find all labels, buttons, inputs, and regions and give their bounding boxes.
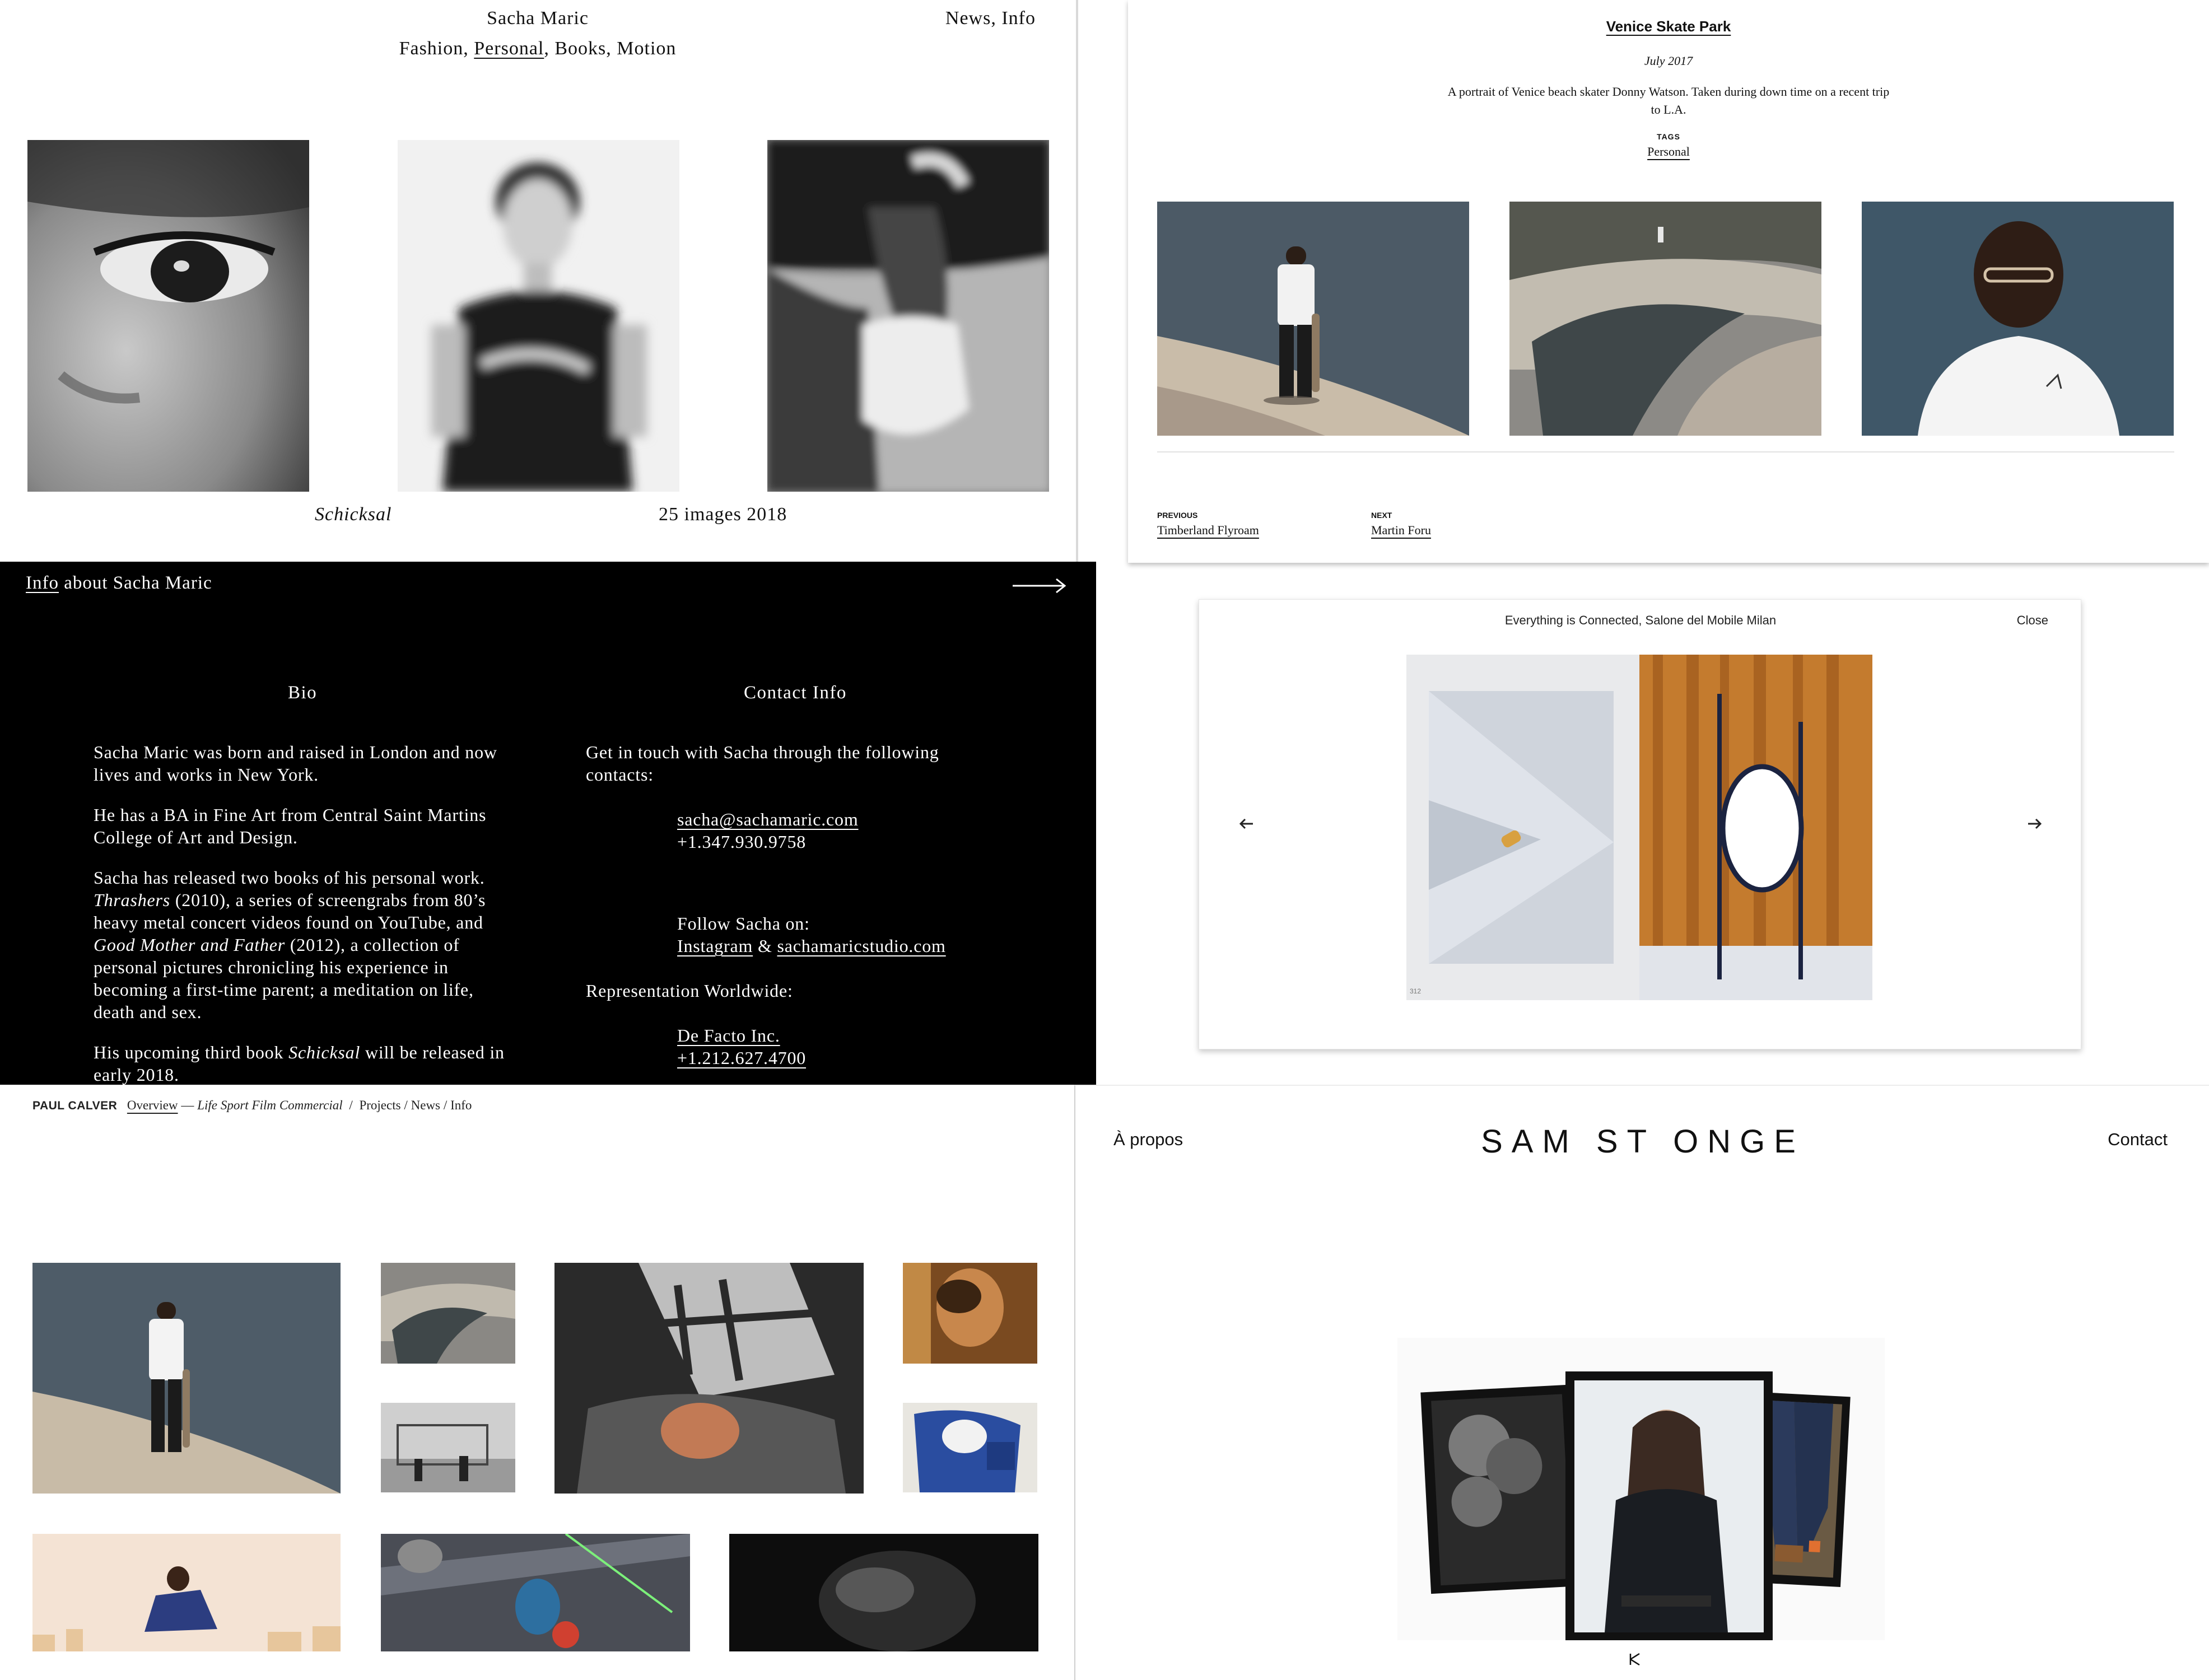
venice-project-panel: Venice Skate Park July 2017 A portrait o… [1128,0,2209,563]
sacha-gallery-panel: Sacha Maric Fashion, Personal, Books, Mo… [0,0,1078,562]
lightbox-modal: Everything is Connected, Salone del Mobi… [1199,599,2081,1049]
filter-film[interactable]: Film [252,1098,276,1112]
info-panel: Info about Sacha Maric Bio Sacha Maric w… [0,562,1096,1085]
grid-photo-bath-light[interactable] [554,1263,864,1494]
book-spread-image[interactable]: 312 [1406,655,1872,1000]
agency-phone-link[interactable]: +1.212.627.4700 [677,1048,806,1068]
site-logo[interactable]: SAM ST ONGE [1075,1123,2209,1160]
photo-skate-bowl[interactable] [1509,202,1821,436]
social-links: Follow Sacha on: Instagram & sachamarics… [677,912,946,957]
nav-fashion[interactable]: Fashion [399,38,464,59]
photo-skater-portrait[interactable] [1862,202,2174,436]
contact-heading: Contact Info [744,683,847,703]
nav-contact[interactable]: Contact [2108,1130,2168,1150]
nav-info[interactable]: Info [1001,8,1036,29]
arrow-right-icon[interactable] [2024,813,2046,835]
nav-news[interactable]: News [945,8,991,29]
photo-blurred-portrait[interactable] [398,140,679,492]
next-project-link[interactable]: Martin Foru [1371,523,1431,538]
site-name[interactable]: Sacha Maric [0,8,1075,29]
nav-info[interactable]: Info [450,1098,472,1112]
nav-motion[interactable]: Motion [617,38,676,59]
photo-sneaker-blur[interactable] [767,140,1049,492]
grid-photo-dark-portrait[interactable] [729,1534,1038,1651]
project-title[interactable]: Venice Skate Park [1128,18,2209,35]
photo-skater-standing[interactable] [1157,202,1469,436]
bio-paragraph: Sacha has released two books of his pers… [94,866,508,1023]
grid-photo-runner[interactable] [32,1534,341,1651]
dash: — [181,1098,194,1112]
grid-photo-street-bw[interactable] [381,1403,515,1492]
bio-paragraph: Sacha Maric was born and raised in Londo… [94,742,497,785]
main-nav: Fashion, Personal, Books, Motion [399,38,677,59]
previous-project-link[interactable]: Timberland Flyroam [1157,523,1259,538]
contact-intro: Get in touch with Sacha through the foll… [586,742,939,785]
filter-sport[interactable]: Sport [221,1098,249,1112]
book-title: Good Mother and Father [94,935,286,955]
ampersand: & [757,936,772,956]
studio-site-link[interactable]: sachamaricstudio.com [777,936,945,956]
bio-text: His upcoming third book [94,1042,284,1062]
representation-label: Representation Worldwide: [586,981,793,1001]
agency-details: De Facto Inc. +1.212.627.4700 [677,1024,806,1069]
book-title: Schicksal [288,1042,361,1062]
follow-label: Follow Sacha on: [677,913,810,934]
tags-heading: TAGS [1657,132,1680,141]
bio-column: Sacha Maric was born and raised in Londo… [94,741,508,1085]
info-header: Info about Sacha Maric [26,573,212,594]
bio-paragraph: He has a BA in Fine Art from Central Sai… [94,805,487,847]
sam-st-onge-panel: À propos SAM ST ONGE Contact [1074,1085,2209,1680]
nav-personal-active[interactable]: Personal [474,38,544,59]
grid-photo-baseball[interactable] [903,1403,1037,1492]
nav-projects[interactable]: Projects [359,1098,400,1112]
info-header-text: about Sacha Maric [64,573,212,593]
info-link[interactable]: Info [26,573,59,593]
lightbox-title: Everything is Connected, Salone del Mobi… [1504,613,1777,627]
grid-photo-warm-portrait[interactable] [903,1263,1037,1364]
phone-number: +1.347.930.9758 [677,832,807,852]
bio-text: Sacha has released two books of his pers… [94,867,485,888]
gallery-caption-title[interactable]: Schicksal [315,504,392,525]
bio-heading: Bio [288,683,318,703]
separator: / [443,1098,448,1112]
instagram-link[interactable]: Instagram [677,936,753,956]
hero-collage-image[interactable] [1397,1338,1885,1640]
secondary-nav: News, Info [945,8,1036,29]
nav-books[interactable]: Books [554,38,606,59]
agency-link[interactable]: De Facto Inc. [677,1025,780,1046]
bio-paragraph: His upcoming third book Schicksal will b… [94,1041,508,1085]
book-title: Thrashers [94,890,171,910]
tag-personal[interactable]: Personal [1647,144,1690,158]
contact-details: sacha@sachamaric.com +1.347.930.9758 [677,808,859,853]
paul-calver-panel: PAUL CALVER Overview — Life Sport Film C… [0,1085,1074,1680]
next-label: NEXT [1371,511,1392,520]
logo-mark-icon[interactable] [1627,1651,1643,1667]
arrow-left-icon[interactable] [1235,813,1257,835]
tags-list: Personal [1128,144,2209,159]
nav-news[interactable]: News [411,1098,440,1112]
photo-eye-closeup[interactable] [27,140,309,492]
project-description: A portrait of Venice beach skater Donny … [1447,85,1890,116]
brand-name[interactable]: PAUL CALVER [32,1099,117,1112]
separator: / [349,1098,353,1112]
page-number: 312 [1410,987,1421,995]
filter-life[interactable]: Life [197,1098,217,1112]
filter-commercial[interactable]: Commercial [279,1098,343,1112]
grid-photo-skater[interactable] [32,1263,341,1494]
project-date: July 2017 [1644,54,1693,68]
grid-photo-skate-bowl[interactable] [381,1263,515,1364]
arrow-right-icon[interactable] [1013,577,1066,594]
nav-overview-active[interactable]: Overview [127,1098,178,1112]
separator: / [404,1098,408,1112]
gallery-caption-count: 25 images 2018 [659,504,787,525]
previous-label: PREVIOUS [1157,511,1198,520]
divider [1157,451,2174,452]
close-button[interactable]: Close [2017,613,2048,628]
grid-photo-boxing-gym[interactable] [381,1534,690,1651]
email-link[interactable]: sacha@sachamaric.com [677,809,859,829]
top-nav: PAUL CALVER Overview — Life Sport Film C… [32,1098,472,1113]
